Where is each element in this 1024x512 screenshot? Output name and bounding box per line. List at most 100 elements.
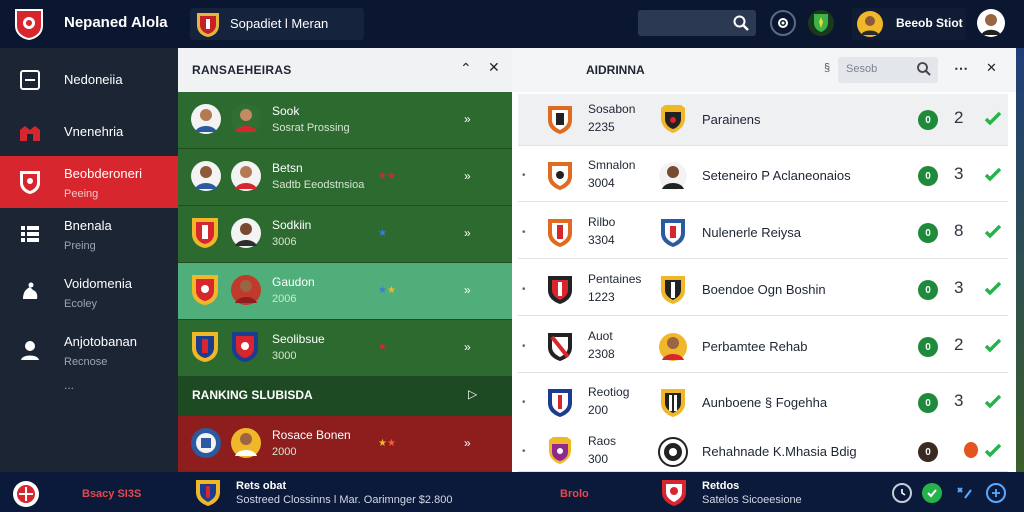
table-row[interactable]: • Raos 300 Rehahnade K.Mhasia Bdig 0	[518, 426, 1008, 472]
status-badge: 0	[918, 393, 938, 413]
news-item-title[interactable]: Rets obat	[236, 480, 286, 492]
sidebar-item-2[interactable]: Beobderoneri Peeing	[0, 156, 178, 208]
training-icon	[18, 280, 42, 304]
collapse-icon[interactable]: ⌃	[460, 60, 472, 77]
club-crest-icon	[658, 274, 688, 311]
check-icon[interactable]	[984, 337, 1002, 360]
list-item[interactable]: Sodkiin 3006 ★ »	[178, 206, 512, 263]
player-sub: 2000	[272, 446, 297, 458]
bottom-left-label[interactable]: Bsacy SI3S	[82, 488, 141, 500]
search-input[interactable]	[638, 10, 756, 36]
team-crest-icon	[194, 11, 222, 44]
table-row[interactable]: • Reotiog 200 Aunboene § Fogehha 0 3	[518, 377, 1008, 429]
club-crest-icon	[194, 478, 222, 512]
check-icon[interactable]	[984, 110, 1002, 133]
clock-icon[interactable]	[892, 483, 912, 503]
player-avatar	[658, 160, 688, 197]
sidebar-item-label: Bnenala	[64, 218, 112, 233]
fixtures-search-input[interactable]: Sesob	[838, 57, 938, 83]
sidebar-item-4[interactable]: Voidomenia Ecoley	[0, 266, 178, 318]
club-badge-icon[interactable]	[808, 10, 834, 36]
club-crest-icon	[190, 330, 220, 369]
player-sub: 2006	[272, 293, 297, 305]
expand-icon[interactable]: »	[464, 169, 471, 183]
expand-icon[interactable]: »	[464, 436, 471, 450]
fixture-line1: Sosabon	[588, 102, 636, 116]
list-item[interactable]: Rosace Bonen 2000 ★★ »	[178, 416, 512, 472]
alert-icon	[964, 442, 978, 458]
player-avatar	[658, 331, 688, 368]
check-icon[interactable]	[984, 166, 1002, 189]
sidebar-item-3[interactable]: Bnenala Preing	[0, 208, 178, 260]
sidebar-item-sub: Peeing	[64, 188, 99, 200]
rankings-panel-header: RANSAEHEIRAS ⌃ ✕	[178, 48, 512, 92]
close-icon[interactable]: ✕	[986, 60, 997, 76]
confirm-icon[interactable]	[922, 483, 942, 503]
app-logo-icon[interactable]	[14, 8, 44, 41]
sidebar-item-5[interactable]: Anjotobanan Recnose	[0, 324, 178, 376]
player-name: Gaudon	[272, 275, 315, 289]
top-bar: Nepaned Alola Sopadiet l Meran Beeob Sti…	[0, 0, 1024, 48]
expand-icon[interactable]: »	[464, 112, 471, 126]
fixture-match: Nulenerle Reiysa	[702, 225, 801, 240]
close-icon[interactable]: ✕	[488, 59, 500, 76]
sidebar-more[interactable]: ...	[64, 378, 74, 392]
list-item[interactable]: Seolibsue 3000 ★ »	[178, 320, 512, 377]
news-item-title[interactable]: Retdos	[702, 480, 739, 492]
list-item[interactable]: Gaudon 2006 ★★ »	[178, 263, 512, 320]
sidebar-item-sub: Preing	[64, 240, 96, 252]
player-name: Seolibsue	[272, 332, 325, 346]
check-icon[interactable]	[984, 442, 1002, 465]
check-icon[interactable]	[984, 223, 1002, 246]
table-row[interactable]: • Smnalon 3004 Seteneiro P Aclaneonaios …	[518, 150, 1008, 202]
player-name: Betsn	[272, 161, 303, 175]
search-icon	[916, 61, 932, 82]
team-selector[interactable]: Sopadiet l Meran	[190, 8, 364, 40]
club-crest-icon	[546, 387, 574, 424]
fixture-score: 3	[954, 391, 964, 410]
refresh-icon[interactable]	[986, 483, 1006, 503]
sidebar: Nedoneiia Vnenehria Beobderoneri Peeing …	[0, 48, 178, 472]
club-crest-icon	[190, 426, 222, 465]
player-name: Sook	[272, 104, 300, 118]
bottom-mid-label[interactable]: Brolo	[560, 488, 589, 500]
check-icon[interactable]	[984, 393, 1002, 416]
table-row[interactable]: Sosabon 2235 Parainens 0 2	[518, 94, 1008, 146]
club-crest-icon	[190, 273, 220, 312]
expand-icon[interactable]: »	[464, 226, 471, 240]
row-bullet: •	[522, 446, 526, 457]
team-selector-label: Sopadiet l Meran	[230, 16, 329, 31]
app-logo-icon[interactable]	[12, 480, 40, 512]
table-row[interactable]: • Pentaines 1223 Boendoe Ogn Boshin 0 3	[518, 264, 1008, 316]
fixtures-panel-title: AIDRINNA	[586, 63, 645, 77]
search-icon	[732, 14, 750, 37]
expand-icon[interactable]: »	[464, 283, 471, 297]
expand-icon[interactable]: »	[464, 340, 471, 354]
filter-icon[interactable]: §	[824, 62, 830, 74]
settings-icon[interactable]	[770, 10, 796, 36]
list-item[interactable]: Betsn Sadtb Eeodstnsioa ★★ »	[178, 149, 512, 206]
sidebar-item-1[interactable]: Vnenehria	[0, 106, 178, 158]
fixture-score: 3	[954, 278, 964, 297]
window-icon	[18, 68, 42, 92]
table-row[interactable]: • Auot 2308 Perbamtee Rehab 0 2	[518, 321, 1008, 373]
table-row[interactable]: • Rilbo 3304 Nulenerle Reiysa 0 8	[518, 207, 1008, 259]
club-crest-icon	[190, 216, 220, 255]
profile-button[interactable]: Beeob Stiot	[852, 8, 966, 40]
status-badge: 0	[918, 110, 938, 130]
list-item[interactable]: Sook Sosrat Prossing »	[178, 92, 512, 149]
check-icon[interactable]	[984, 280, 1002, 303]
player-sub: Sosrat Prossing	[272, 122, 350, 134]
user-avatar-icon[interactable]	[976, 8, 1006, 43]
status-badge: 0	[918, 280, 938, 300]
tactics-icon[interactable]	[954, 483, 974, 503]
sidebar-item-label: Voidomenia	[64, 276, 132, 291]
player-avatar	[230, 216, 262, 255]
news-item-sub: Satelos Sicoeesione	[702, 494, 802, 506]
fixture-match: Perbamtee Rehab	[702, 339, 808, 354]
sidebar-item-0[interactable]: Nedoneiia	[0, 54, 178, 106]
play-icon[interactable]: ▷	[468, 387, 477, 401]
fixtures-panel-header: AIDRINNA § Sesob ⋯ ✕	[512, 48, 1016, 92]
more-options-icon[interactable]: ⋯	[954, 60, 968, 77]
ranking-section-header[interactable]: RANKING SLUBISDA ▷	[178, 376, 512, 416]
